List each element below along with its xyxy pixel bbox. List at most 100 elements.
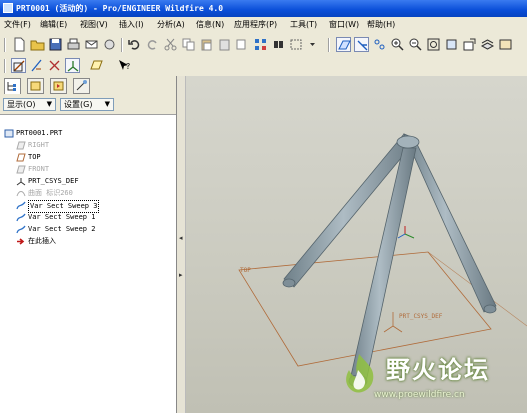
tree-item-label: RIGHT (28, 141, 50, 149)
model-tree-tab[interactable] (4, 78, 21, 94)
view-manager-icon[interactable] (498, 37, 513, 52)
print-icon[interactable] (66, 37, 81, 52)
show-dropdown-label: 显示(O) (7, 100, 36, 109)
tree-item-csys[interactable]: PRT_CSYS_DEF (16, 176, 156, 187)
saved-views-icon[interactable] (462, 37, 477, 52)
csys-triad-icon (397, 226, 415, 239)
menu-edit[interactable]: 编辑(E) (40, 19, 67, 30)
chevron-down-icon[interactable] (305, 37, 315, 52)
menu-file[interactable]: 文件(F) (4, 19, 31, 30)
datum-plane-icon (16, 153, 26, 162)
find-icon[interactable] (271, 37, 286, 52)
tree-item-label: 在此插入 (28, 237, 56, 245)
settings-dropdown[interactable]: 设置(G) ▼ (60, 98, 114, 111)
datum-point-tool-icon[interactable] (47, 58, 62, 73)
regenerate-icon[interactable] (253, 37, 268, 52)
new-file-icon[interactable] (12, 37, 27, 52)
tree-item-front[interactable]: FRONT (16, 164, 156, 175)
menu-insert[interactable]: 插入(I) (119, 19, 144, 30)
copy-special-icon[interactable] (235, 37, 250, 52)
menu-applications[interactable]: 应用程序(P) (234, 19, 277, 30)
menu-analysis[interactable]: 分析(A) (157, 19, 185, 30)
model-tree-options: 显示(O) ▼ 设置(G) ▼ (0, 96, 176, 115)
sketch-tool-icon[interactable] (11, 58, 26, 73)
datum-axes-toggle-icon[interactable] (354, 37, 369, 52)
tree-item-label: PRT0001.PRT (16, 129, 63, 137)
zoom-out-icon[interactable] (408, 37, 423, 52)
tree-item-label: TOP (28, 153, 41, 161)
csys-tool-icon[interactable] (65, 58, 80, 73)
tree-item-label: Var Sect Sweep 2 (28, 225, 96, 233)
menu-info[interactable]: 信息(N) (196, 19, 224, 30)
open-folder-icon[interactable] (30, 37, 45, 52)
tree-item-sweep-3[interactable]: Var Sect Sweep 3 (16, 200, 156, 213)
datum-points-toggle-icon[interactable] (372, 37, 387, 52)
favorites-tab[interactable] (50, 78, 67, 94)
csys-label: PRT_CSYS_DEF (399, 313, 443, 320)
insert-here-arrow-icon (17, 238, 25, 245)
tree-item-insert-here[interactable]: 在此插入 (16, 236, 156, 247)
tree-item-sweep-2[interactable]: Var Sect Sweep 2 (16, 224, 156, 235)
panel-splitter[interactable]: ◂ ▸ (177, 76, 186, 413)
menu-view[interactable]: 视图(V) (80, 19, 108, 30)
app-icon (3, 3, 13, 13)
menu-tools[interactable]: 工具(T) (290, 19, 317, 30)
folder-browser-tab[interactable] (27, 78, 44, 94)
sweep-icon (16, 201, 26, 210)
layers-icon[interactable] (480, 37, 495, 52)
settings-dropdown-label: 设置(G) (64, 100, 93, 109)
reorient-icon[interactable] (444, 37, 459, 52)
undo-icon[interactable] (127, 37, 142, 52)
top-end-cap (396, 135, 420, 149)
tree-item-part[interactable]: PRT0001.PRT (4, 128, 164, 139)
redo-icon[interactable] (145, 37, 160, 52)
navigator-tabs (0, 76, 176, 96)
graphics-window[interactable]: TOP PRT_CSYS_DEF 野火论坛 www.proewildfire.c… (186, 76, 527, 413)
surface-icon (16, 191, 26, 197)
whats-this-help-icon[interactable]: ? (117, 58, 132, 73)
tree-item-sweep-1[interactable]: Var Sect Sweep 1 (16, 212, 156, 223)
expand-right-icon[interactable]: ▸ (179, 271, 183, 279)
menu-window[interactable]: 窗口(W) (329, 19, 359, 30)
save-icon[interactable] (48, 37, 63, 52)
chevron-down-icon: ▼ (104, 100, 110, 108)
sweep-icon (16, 225, 26, 234)
selection-box-icon[interactable] (289, 37, 304, 52)
coordinate-system-icon (16, 178, 26, 186)
paste-special-icon[interactable] (217, 37, 232, 52)
svg-text:?: ? (126, 62, 130, 71)
tree-item-right[interactable]: RIGHT (16, 140, 156, 151)
show-dropdown[interactable]: 显示(O) ▼ (3, 98, 56, 111)
paste-icon[interactable] (199, 37, 214, 52)
tree-item-surface[interactable]: 曲面 标识260 (16, 188, 156, 199)
part-icon (4, 129, 14, 138)
refit-icon[interactable] (426, 37, 441, 52)
datum-planes-toggle-icon[interactable] (336, 37, 351, 52)
copy-icon[interactable] (181, 37, 196, 52)
tree-item-top[interactable]: TOP (16, 152, 156, 163)
datum-plane-label: TOP (240, 267, 251, 274)
datum-plane-icon (16, 141, 26, 150)
leg-end-cap (483, 304, 497, 314)
datum-plane-icon (16, 165, 26, 174)
tree-item-label: Var Sect Sweep 1 (28, 213, 96, 221)
send-icon[interactable] (102, 37, 117, 52)
datum-plane-tool-icon[interactable] (89, 58, 104, 73)
collapse-left-icon[interactable]: ◂ (179, 234, 183, 242)
main-toolbar (0, 35, 527, 55)
leg-end-cap (282, 278, 296, 288)
tree-item-label: 曲面 标识260 (28, 189, 73, 197)
title-bar: PRT0001 (活动的) - Pro/ENGINEER Wildfire 4.… (0, 0, 527, 17)
sweep-icon (16, 213, 26, 222)
tripod-leg-right[interactable] (403, 133, 497, 313)
menu-help[interactable]: 帮助(H) (367, 19, 395, 30)
chevron-down-icon: ▼ (46, 100, 52, 108)
zoom-in-icon[interactable] (390, 37, 405, 52)
datum-axis-tool-icon[interactable] (29, 58, 44, 73)
cut-icon[interactable] (163, 37, 178, 52)
email-icon[interactable] (84, 37, 99, 52)
watermark-text: 野火论坛 (386, 356, 490, 384)
tree-item-label: FRONT (28, 165, 50, 173)
connections-tab[interactable] (73, 78, 90, 94)
forum-watermark: 野火论坛 www.proewildfire.cn (312, 344, 527, 413)
